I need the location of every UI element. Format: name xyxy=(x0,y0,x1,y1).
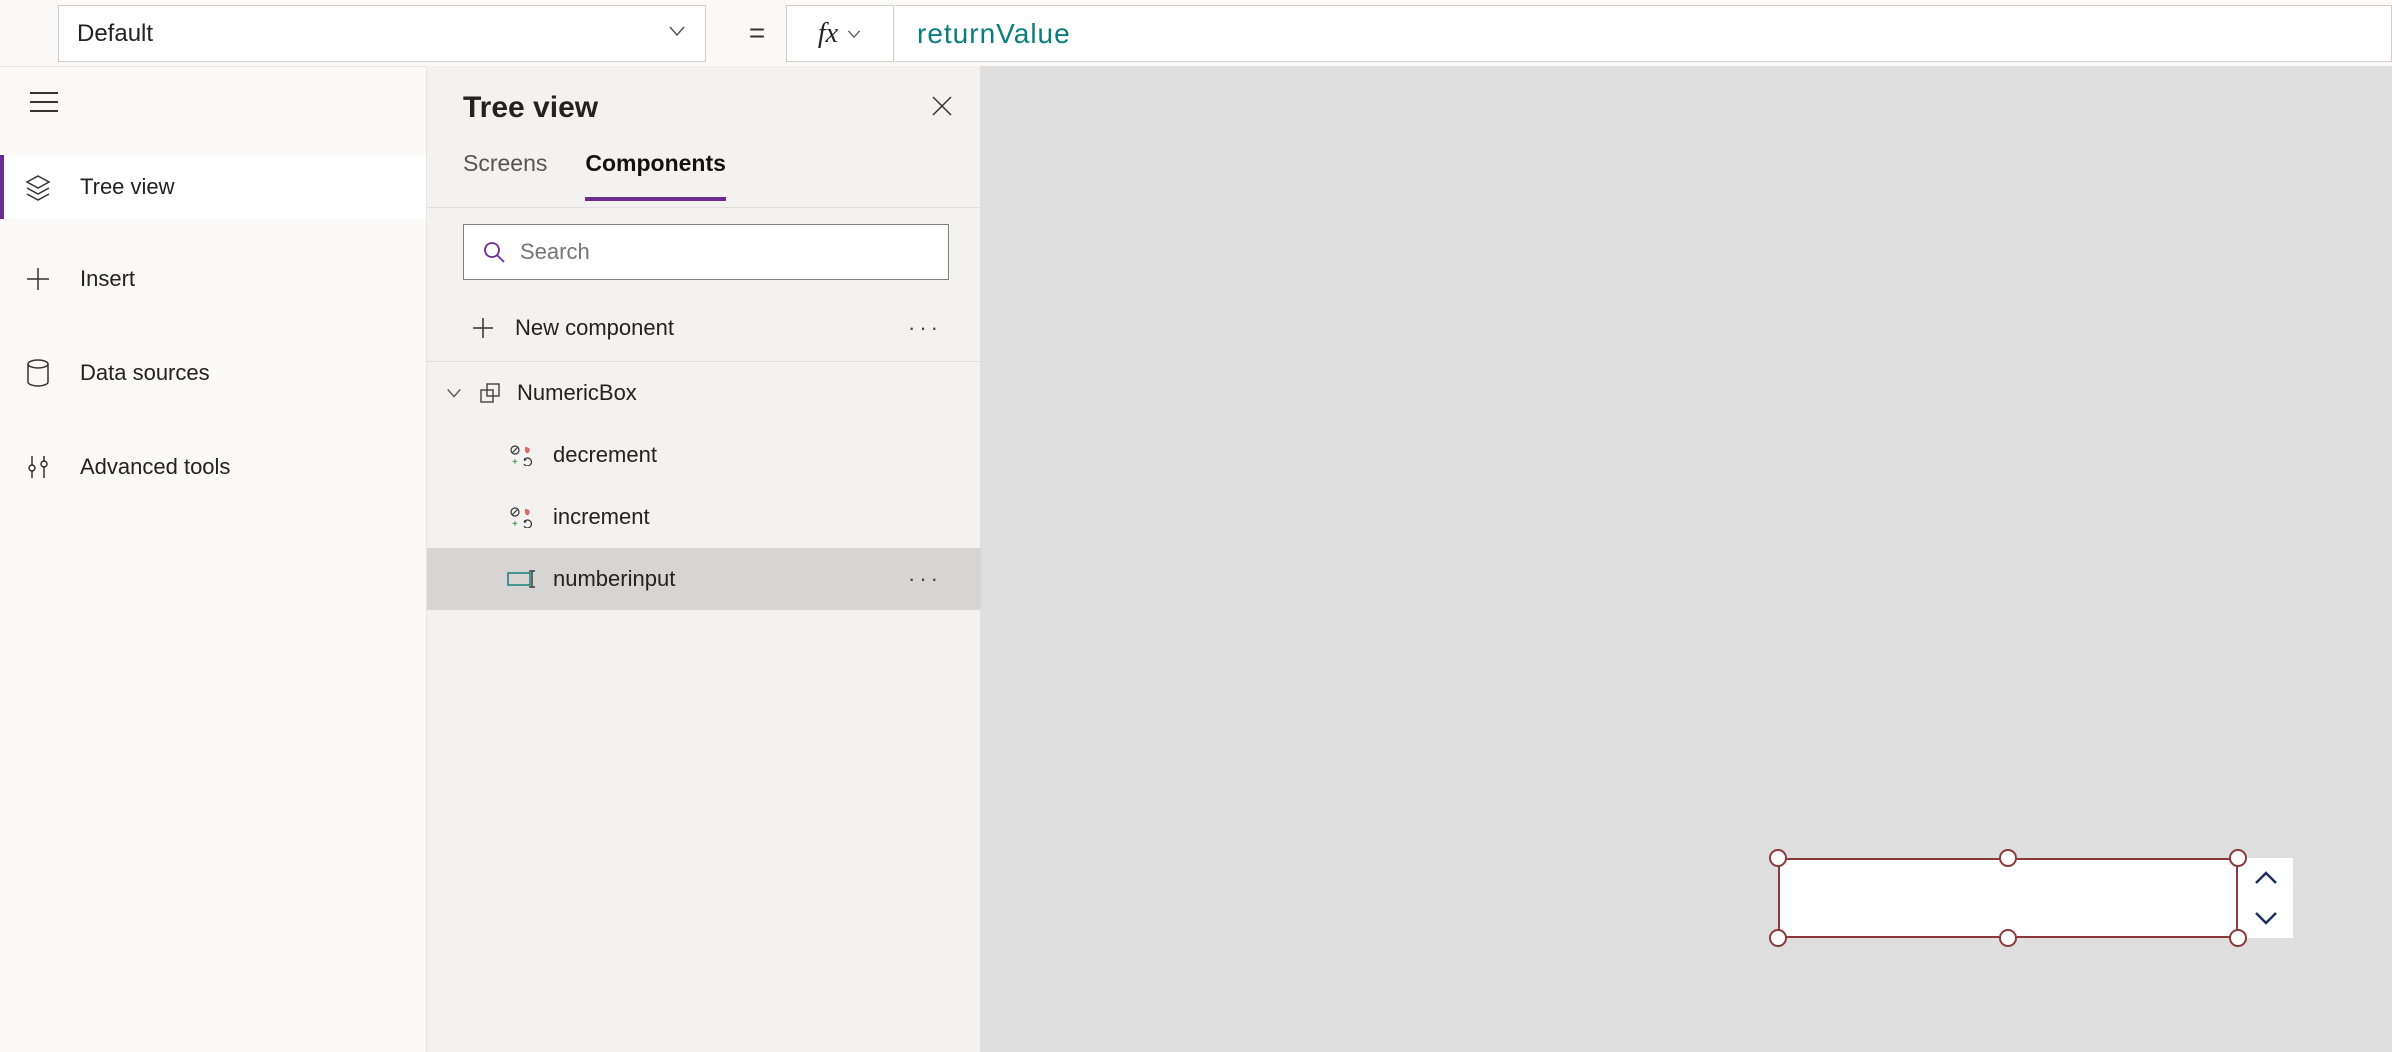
nav-advanced-tools[interactable]: Advanced tools xyxy=(0,435,426,499)
tree-node-more-button[interactable]: ··· xyxy=(908,566,942,592)
fx-button[interactable]: fx xyxy=(786,5,894,62)
nav-insert-label: Insert xyxy=(80,266,135,292)
nav-data-sources[interactable]: Data sources xyxy=(0,341,426,405)
chevron-down-icon xyxy=(667,20,687,48)
new-component-button[interactable]: New component ··· xyxy=(427,294,982,362)
formula-input[interactable]: returnValue xyxy=(895,5,2392,62)
tree-node-numberinput[interactable]: numberinput ··· xyxy=(427,548,982,610)
stepper-up-button[interactable] xyxy=(2238,858,2293,898)
formula-expression: returnValue xyxy=(917,18,1071,50)
resize-handle-bl[interactable] xyxy=(1769,929,1787,947)
search-icon xyxy=(482,240,506,264)
tab-components[interactable]: Components xyxy=(585,150,726,201)
close-panel-button[interactable] xyxy=(930,94,954,123)
property-selector[interactable]: Default xyxy=(58,5,706,62)
plus-icon xyxy=(471,316,495,340)
equals-label: = xyxy=(728,0,786,66)
tab-screens[interactable]: Screens xyxy=(463,150,547,197)
tree-tabs: Screens Components xyxy=(427,150,982,208)
chevron-down-icon xyxy=(846,26,862,42)
formula-bar: Default = fx returnValue xyxy=(0,0,2392,66)
tree-view-panel: Tree view Screens Components New compone… xyxy=(426,66,981,1052)
svg-text:+: + xyxy=(512,457,518,466)
tree-node-root-label: NumericBox xyxy=(517,380,637,406)
resize-handle-br[interactable] xyxy=(2229,929,2247,947)
resize-handle-tr[interactable] xyxy=(2229,849,2247,867)
textinput-icon xyxy=(507,564,537,594)
chevron-down-icon xyxy=(2253,909,2279,927)
tree-node-decrement-label: decrement xyxy=(553,442,657,468)
tree-title-row: Tree view xyxy=(427,66,982,150)
numberinput-body[interactable] xyxy=(1778,858,2238,938)
nav-tree-view[interactable]: Tree view xyxy=(0,155,426,219)
tree-node-increment-label: increment xyxy=(553,504,650,530)
tree-node-numberinput-label: numberinput xyxy=(553,566,675,592)
new-component-label: New component xyxy=(515,315,674,341)
tree-search-input[interactable] xyxy=(520,239,900,265)
nav-insert[interactable]: Insert xyxy=(0,247,426,311)
resize-handle-bm[interactable] xyxy=(1999,929,2017,947)
layers-icon xyxy=(24,173,52,201)
equals-text: = xyxy=(749,17,765,49)
resize-handle-tm[interactable] xyxy=(1999,849,2017,867)
chevron-up-icon xyxy=(2253,869,2279,887)
close-icon xyxy=(930,94,954,118)
tree-node-increment[interactable]: + increment xyxy=(427,486,982,548)
new-component-more-button[interactable]: ··· xyxy=(908,315,942,341)
svg-text:+: + xyxy=(512,519,518,528)
numberinput-stepper xyxy=(2238,858,2293,938)
tools-icon xyxy=(24,453,52,481)
action-icon: + xyxy=(507,502,537,532)
nav-data-sources-label: Data sources xyxy=(80,360,210,386)
chevron-down-icon xyxy=(445,384,463,402)
left-rail: Tree view Insert Data sources Advanced t… xyxy=(0,66,426,1052)
nav-tree-view-label: Tree view xyxy=(80,174,175,200)
selected-control-numberinput[interactable] xyxy=(1778,849,2298,949)
design-canvas[interactable] xyxy=(981,66,2392,1052)
component-icon xyxy=(475,378,505,408)
resize-handle-tl[interactable] xyxy=(1769,849,1787,867)
tree-view-title: Tree view xyxy=(463,91,598,125)
hamburger-icon xyxy=(30,91,58,113)
database-icon xyxy=(24,359,52,387)
property-selector-value: Default xyxy=(77,20,153,48)
tree-node-decrement[interactable]: + decrement xyxy=(427,424,982,486)
stepper-down-button[interactable] xyxy=(2238,898,2293,938)
action-icon: + xyxy=(507,440,537,470)
plus-icon xyxy=(24,265,52,293)
tree-node-root[interactable]: NumericBox xyxy=(427,362,982,424)
fx-label: fx xyxy=(818,18,838,50)
hamburger-button[interactable] xyxy=(0,67,426,137)
nav-advanced-tools-label: Advanced tools xyxy=(80,454,230,480)
tree-search[interactable] xyxy=(463,224,949,280)
